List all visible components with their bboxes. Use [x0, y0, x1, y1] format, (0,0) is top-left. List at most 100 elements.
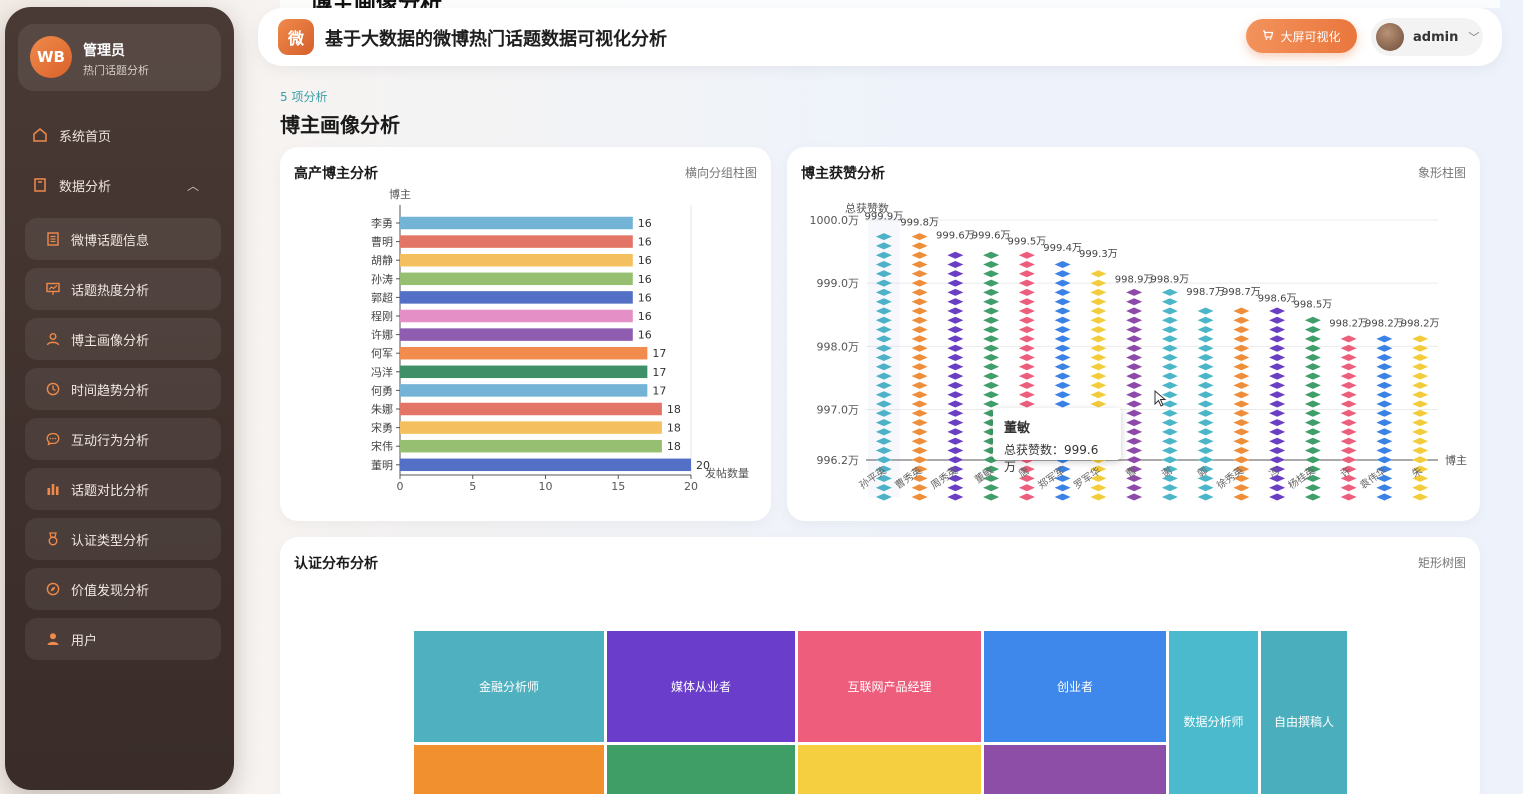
bar	[400, 439, 662, 453]
treemap-cell[interactable]: 创业者	[984, 631, 1166, 742]
presentation-chart-icon	[45, 281, 61, 297]
y-tick-label: 宋伟	[371, 439, 393, 453]
diamond-symbol	[1376, 437, 1393, 445]
app-title: 基于大数据的微博热门话题数据可视化分析	[325, 29, 667, 50]
diamond-symbol	[911, 484, 928, 492]
user-name: admin	[1413, 29, 1459, 45]
diamond-symbol	[1126, 419, 1143, 427]
x-axis-label: 博主	[1445, 454, 1467, 467]
user-menu[interactable]: admin ﹀	[1371, 18, 1483, 56]
diamond-symbol	[1090, 316, 1107, 324]
diamond-symbol	[1269, 344, 1286, 352]
bar	[400, 421, 662, 434]
diamond-symbol	[1197, 391, 1214, 399]
big-screen-button[interactable]: 大屏可视化	[1246, 19, 1357, 53]
diamond-symbol	[1090, 354, 1107, 361]
app-logo: 微	[278, 19, 314, 55]
treemap-cell[interactable]	[607, 745, 795, 794]
diamond-symbol	[1376, 447, 1393, 454]
y-tick-label: 曹明	[371, 236, 393, 249]
sidebar-item-label: 话题热度分析	[71, 283, 150, 299]
diamond-symbol	[947, 419, 964, 427]
bar-chart-icon	[45, 481, 61, 497]
treemap-cell[interactable]: 数据分析师	[1169, 631, 1258, 794]
diamond-symbol	[1233, 400, 1250, 408]
diamond-symbol	[1269, 316, 1286, 324]
sidebar-item-blogger-profile[interactable]: 博主画像分析	[25, 318, 221, 360]
diamond-symbol	[1412, 484, 1429, 492]
diamond-symbol	[911, 288, 928, 296]
diamond-symbol	[911, 419, 928, 427]
nav-home[interactable]: 系统首页	[31, 115, 221, 155]
diamond-symbol	[947, 372, 964, 380]
diamond-symbol	[1197, 419, 1214, 427]
bar-value-label: 998.7万	[1222, 287, 1261, 298]
treemap-cell[interactable]	[414, 745, 604, 794]
diamond-symbol	[911, 456, 928, 464]
treemap-cell[interactable]: 互联网产品经理	[798, 631, 981, 742]
diamond-symbol	[1340, 381, 1357, 389]
sidebar-item-value-discovery[interactable]: 价值发现分析	[25, 568, 221, 610]
diamond-symbol	[1054, 493, 1071, 501]
treemap-cell[interactable]	[798, 745, 981, 794]
chevron-up-icon[interactable]: ︿	[187, 177, 199, 194]
sidebar-item-interaction[interactable]: 互动行为分析	[25, 418, 221, 460]
diamond-symbol	[1304, 419, 1321, 427]
diamond-symbol	[1269, 326, 1286, 334]
diamond-symbol	[1126, 493, 1143, 501]
diamond-symbol	[1054, 354, 1071, 361]
diamond-symbol	[1412, 372, 1429, 380]
sidebar-item-topic-compare[interactable]: 话题对比分析	[25, 468, 221, 510]
treemap-cell[interactable]: 自由撰稿人	[1261, 631, 1347, 794]
diamond-symbol	[1161, 335, 1178, 343]
diamond-symbol	[1126, 391, 1143, 399]
diamond-symbol	[983, 316, 1000, 324]
sidebar-item-users[interactable]: 用户	[25, 618, 221, 660]
treemap-cell[interactable]: 媒体从业者	[607, 631, 795, 742]
y-axis-label: 博主	[389, 188, 411, 201]
treemap-cell[interactable]	[984, 745, 1166, 794]
diamond-symbol	[1197, 428, 1214, 436]
sidebar-item-time-trend[interactable]: 时间趋势分析	[25, 368, 221, 410]
y-tick-label: 996.2万	[817, 454, 860, 467]
diamond-symbol	[1018, 372, 1035, 380]
y-tick-label: 程刚	[371, 310, 393, 323]
x-tick-label: 20	[684, 480, 698, 493]
diamond-symbol	[1340, 335, 1357, 343]
treemap-cell[interactable]: 金融分析师	[414, 631, 604, 742]
tooltip-name: 董敏	[1004, 421, 1031, 436]
diamond-symbol	[1304, 447, 1321, 454]
diamond-symbol	[1126, 400, 1143, 408]
diamond-symbol	[1269, 391, 1286, 399]
sidebar-item-topic-info[interactable]: 微博话题信息	[25, 218, 221, 260]
diamond-symbol	[1090, 298, 1107, 306]
bar-value-label: 17	[652, 347, 666, 360]
diamond-symbol	[1304, 409, 1321, 417]
person-icon	[45, 631, 61, 647]
diamond-symbol	[1340, 354, 1357, 361]
sidebar-item-verify-type[interactable]: 认证类型分析	[25, 518, 221, 560]
diamond-symbol	[983, 288, 1000, 296]
diamond-symbol	[1018, 326, 1035, 334]
diamond-symbol	[947, 335, 964, 343]
bar-value-label: 998.2万	[1401, 319, 1440, 330]
diamond-symbol	[1233, 456, 1250, 464]
diamond-symbol	[947, 307, 964, 315]
diamond-symbol	[983, 298, 1000, 306]
diamond-symbol	[1161, 419, 1178, 427]
diamond-symbol	[1126, 307, 1143, 315]
nav-data-analysis[interactable]: 数据分析 ︿	[31, 165, 221, 205]
bar-value-label: 999.8万	[900, 218, 939, 229]
diamond-symbol	[911, 400, 928, 408]
bar-value-label: 999.6万	[936, 230, 975, 241]
diamond-symbol	[1161, 298, 1178, 306]
diamond-symbol	[911, 493, 928, 501]
sidebar-item-topic-heat[interactable]: 话题热度分析	[25, 268, 221, 310]
diamond-symbol	[911, 298, 928, 306]
profile-name: 管理员	[83, 43, 125, 59]
card-blogger-likes: 博主获赞分析 象形柱图 总获赞数 996.2万 997.0万 998.0万 999.0万…	[787, 147, 1480, 521]
chart-tooltip: 董敏 总获赞数：999.6万	[993, 408, 1121, 474]
diamond-symbol	[947, 437, 964, 445]
bar-value-label: 16	[638, 329, 652, 342]
diamond-symbol	[947, 326, 964, 334]
